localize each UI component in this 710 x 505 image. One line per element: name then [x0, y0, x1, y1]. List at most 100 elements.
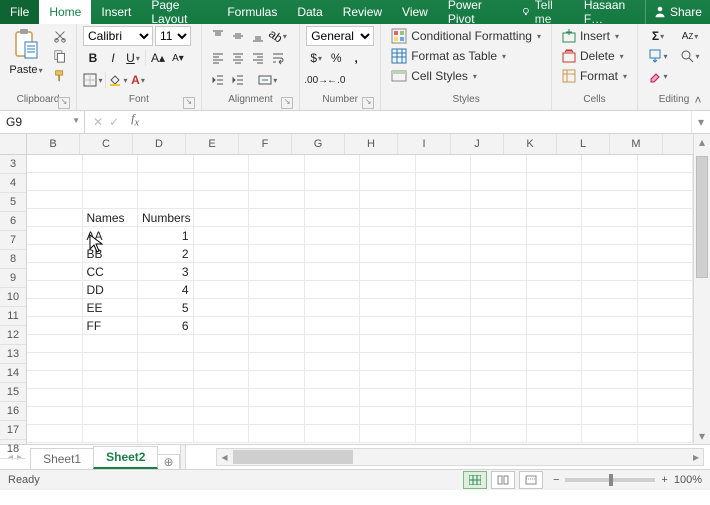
cell-E12[interactable] [194, 317, 250, 335]
column-header-E[interactable]: E [186, 134, 239, 154]
cell-E9[interactable] [194, 263, 250, 281]
cell-F15[interactable] [249, 371, 305, 389]
cell-D14[interactable] [138, 353, 194, 371]
cell-D11[interactable]: 5 [138, 299, 194, 317]
cell-M13[interactable] [638, 335, 694, 353]
cell-F7[interactable] [249, 227, 305, 245]
cell-C8[interactable]: BB [83, 245, 139, 263]
cell-J5[interactable] [471, 191, 527, 209]
cell-J16[interactable] [471, 389, 527, 407]
vertical-scroll-thumb[interactable] [696, 156, 708, 278]
column-header-B[interactable]: B [27, 134, 80, 154]
cell-E4[interactable] [194, 173, 250, 191]
cell-C16[interactable] [83, 389, 139, 407]
vertical-scrollbar[interactable]: ▴ ▾ [693, 134, 710, 444]
cell-H5[interactable] [360, 191, 416, 209]
cell-D10[interactable]: 4 [138, 281, 194, 299]
cell-B4[interactable] [27, 173, 83, 191]
row-header-8[interactable]: 8 [0, 250, 26, 269]
cell-E13[interactable] [194, 335, 250, 353]
sort-filter-button[interactable]: AZ▾ [676, 26, 704, 46]
cell-K12[interactable] [527, 317, 583, 335]
accounting-format-button[interactable]: $▾ [306, 48, 326, 68]
row-header-7[interactable]: 7 [0, 231, 26, 250]
cell-D16[interactable] [138, 389, 194, 407]
cell-H16[interactable] [360, 389, 416, 407]
paste-button[interactable]: Paste▾ [6, 26, 46, 94]
decrease-font-button[interactable]: A▾ [168, 48, 188, 68]
cell-K6[interactable] [527, 209, 583, 227]
cell-C18[interactable] [83, 425, 139, 443]
cell-D13[interactable] [138, 335, 194, 353]
cell-J11[interactable] [471, 299, 527, 317]
cell-B15[interactable] [27, 371, 83, 389]
cell-C14[interactable] [83, 353, 139, 371]
cell-G13[interactable] [305, 335, 361, 353]
cell-I5[interactable] [416, 191, 472, 209]
cell-M4[interactable] [638, 173, 694, 191]
cell-B13[interactable] [27, 335, 83, 353]
cell-B16[interactable] [27, 389, 83, 407]
cell-B7[interactable] [27, 227, 83, 245]
tab-formulas[interactable]: Formulas [217, 0, 287, 24]
cell-F18[interactable] [249, 425, 305, 443]
cell-C3[interactable] [83, 155, 139, 173]
cell-J15[interactable] [471, 371, 527, 389]
cell-H9[interactable] [360, 263, 416, 281]
cell-G8[interactable] [305, 245, 361, 263]
cell-F13[interactable] [249, 335, 305, 353]
cell-L8[interactable] [582, 245, 638, 263]
cell-K17[interactable] [527, 407, 583, 425]
tab-review[interactable]: Review [333, 0, 392, 24]
row-header-18[interactable]: 18 [0, 440, 26, 459]
cell-B9[interactable] [27, 263, 83, 281]
cell-I7[interactable] [416, 227, 472, 245]
share-button[interactable]: Share [645, 0, 710, 24]
cell-I9[interactable] [416, 263, 472, 281]
row-header-16[interactable]: 16 [0, 402, 26, 421]
orientation-button[interactable]: ab▾ [268, 26, 288, 46]
cell-G5[interactable] [305, 191, 361, 209]
row-header-12[interactable]: 12 [0, 326, 26, 345]
cell-B6[interactable] [27, 209, 83, 227]
cell-H14[interactable] [360, 353, 416, 371]
cell-E11[interactable] [194, 299, 250, 317]
cell-L13[interactable] [582, 335, 638, 353]
cell-M7[interactable] [638, 227, 694, 245]
cell-L10[interactable] [582, 281, 638, 299]
cell-I14[interactable] [416, 353, 472, 371]
column-header-H[interactable]: H [345, 134, 398, 154]
cell-C13[interactable] [83, 335, 139, 353]
cell-M5[interactable] [638, 191, 694, 209]
cell-G18[interactable] [305, 425, 361, 443]
cell-J14[interactable] [471, 353, 527, 371]
cell-C6[interactable]: Names [83, 209, 139, 227]
cell-K11[interactable] [527, 299, 583, 317]
cell-E6[interactable] [194, 209, 250, 227]
cell-F16[interactable] [249, 389, 305, 407]
cell-F8[interactable] [249, 245, 305, 263]
cell-I3[interactable] [416, 155, 472, 173]
cell-J9[interactable] [471, 263, 527, 281]
scroll-right-button[interactable]: ▸ [689, 449, 703, 465]
select-all-button[interactable] [0, 134, 26, 155]
cell-F17[interactable] [249, 407, 305, 425]
cell-J4[interactable] [471, 173, 527, 191]
cell-C7[interactable]: AA [83, 227, 139, 245]
cell-G9[interactable] [305, 263, 361, 281]
cell-K8[interactable] [527, 245, 583, 263]
clipboard-launcher[interactable]: ↘ [58, 97, 70, 109]
new-sheet-button[interactable]: ⊕ [157, 454, 180, 469]
copy-button[interactable] [50, 46, 70, 66]
cell-D12[interactable]: 6 [138, 317, 194, 335]
cell-D9[interactable]: 3 [138, 263, 194, 281]
cell-B10[interactable] [27, 281, 83, 299]
cell-C15[interactable] [83, 371, 139, 389]
cell-B5[interactable] [27, 191, 83, 209]
cell-J3[interactable] [471, 155, 527, 173]
name-box[interactable]: G9▼ [0, 111, 85, 133]
increase-indent-button[interactable] [228, 70, 248, 90]
cell-I18[interactable] [416, 425, 472, 443]
cell-D18[interactable] [138, 425, 194, 443]
row-header-15[interactable]: 15 [0, 383, 26, 402]
